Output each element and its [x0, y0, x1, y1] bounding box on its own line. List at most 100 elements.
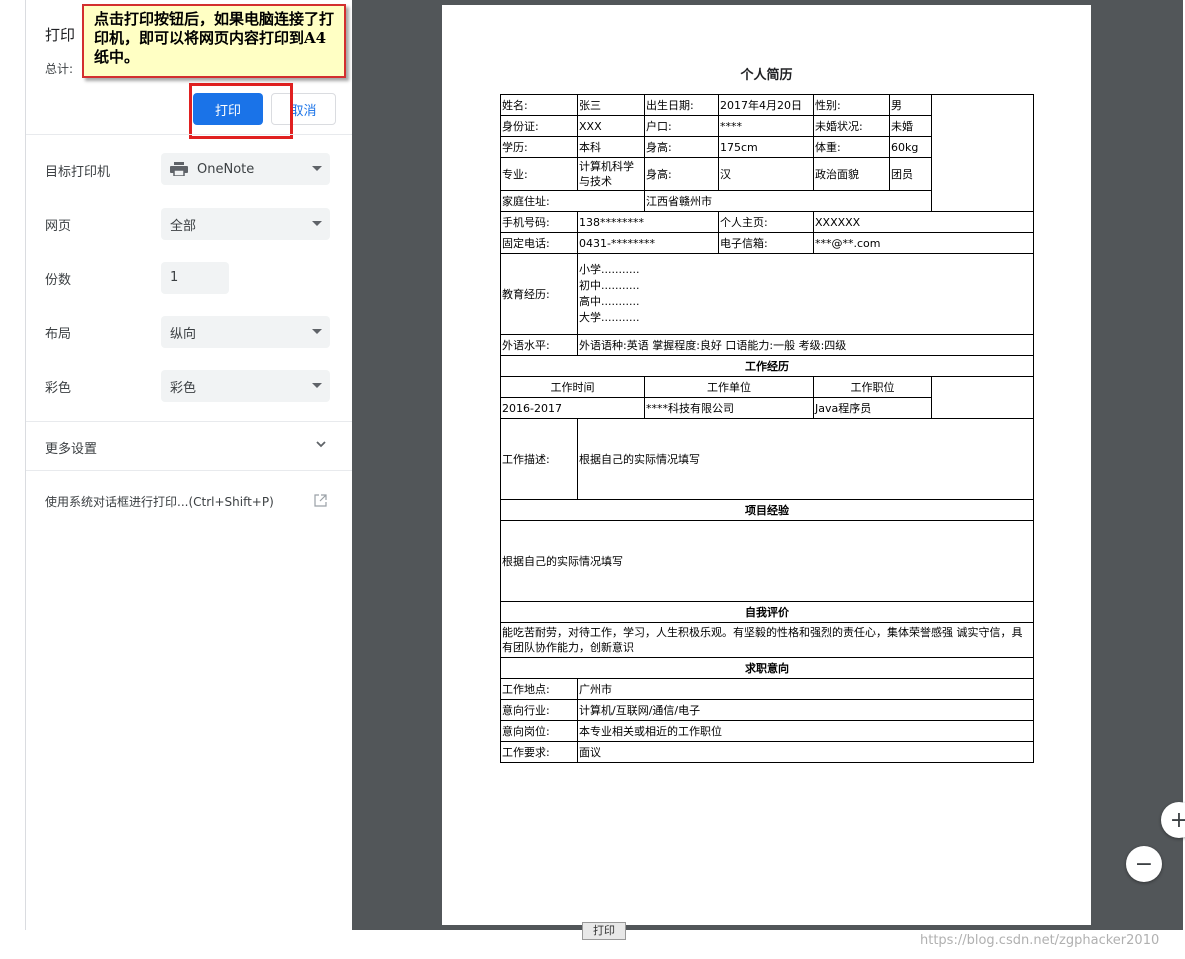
table-cell: 户口: — [644, 115, 719, 137]
system-dialog-link[interactable]: 使用系统对话框进行打印...(Ctrl+Shift+P) — [45, 493, 274, 510]
table-cell: 汉 — [718, 157, 814, 191]
annotation-callout: 点击打印按钮后，如果电脑连接了打印机，即可以将网页内容打印到A4纸中。 — [82, 4, 346, 78]
table-cell: ****科技有限公司 — [644, 397, 814, 419]
table-cell — [931, 376, 1034, 419]
table-cell: 本专业相关或相近的工作职位 — [577, 720, 1034, 742]
plus-icon: + — [1169, 807, 1185, 833]
table-row: 工作时间 工作单位 工作职位 — [500, 376, 1034, 419]
table-cell: 能吃苦耐劳，对待工作，学习，人生积极乐观。有坚毅的性格和强烈的责任心，集体荣誉感… — [500, 622, 1034, 658]
table-cell: 固定电话: — [500, 232, 578, 254]
layout-value: 纵向 — [170, 326, 197, 342]
printer-icon — [170, 162, 188, 176]
resume-title: 个人简历 — [740, 68, 793, 83]
table-cell: 意向行业: — [500, 699, 578, 721]
table-cell: 175cm — [718, 136, 814, 158]
photo-cell — [931, 94, 1034, 212]
table-cell: 个人主页: — [718, 211, 814, 233]
section-header: 自我评价 — [500, 601, 1034, 623]
table-cell: 138******** — [577, 211, 719, 233]
table-row: 固定电话: 0431-******** 电子信箱: ***@**.com — [500, 232, 1034, 254]
table-cell: 未婚状况: — [813, 115, 890, 137]
table-cell: 根据自己的实际情况填写 — [500, 520, 1034, 602]
zoom-out-button[interactable]: − — [1126, 846, 1162, 882]
table-cell: 家庭住址: — [500, 190, 645, 212]
table-cell: **** — [718, 115, 814, 137]
table-row: 工作经历 — [500, 355, 1034, 377]
divider — [26, 470, 353, 471]
table-row: 工作描述: 根据自己的实际情况填写 — [500, 418, 1034, 500]
table-cell: 广州市 — [577, 678, 1034, 700]
table-cell: 团员 — [889, 157, 932, 191]
section-header: 项目经验 — [500, 499, 1034, 521]
panel-title: 打印 — [45, 26, 76, 44]
table-cell: 外语语种:英语 掌握程度:良好 口语能力:一般 考级:四级 — [577, 334, 1034, 356]
layout-label: 布局 — [45, 327, 72, 342]
table-cell: 男 — [889, 94, 932, 116]
watermark: https://blog.csdn.net/zgphacker2010 — [920, 933, 1160, 948]
table-cell: 教育经历: — [500, 253, 578, 335]
preview-page: 个人简历 姓名: 张三 出生日期: 2017年4月20日 性别: 男 身份证: … — [442, 5, 1091, 925]
chevron-down-icon — [312, 166, 322, 171]
table-cell: 姓名: — [500, 94, 578, 116]
table-cell: 政治面貌 — [813, 157, 890, 191]
table-row: 工作地点: 广州市 — [500, 678, 1034, 700]
divider — [26, 134, 353, 135]
color-select[interactable]: 彩色 — [161, 370, 330, 402]
table-cell: 2016-2017 — [500, 397, 645, 419]
table-row: 能吃苦耐劳，对待工作，学习，人生积极乐观。有坚毅的性格和强烈的责任心，集体荣誉感… — [500, 622, 1034, 658]
education-item: 小学........... — [579, 263, 640, 276]
table-cell: 手机号码: — [500, 211, 578, 233]
table-cell: 身份证: — [500, 115, 578, 137]
chevron-down-icon[interactable] — [314, 437, 328, 451]
table-cell: 身高: — [644, 157, 719, 191]
table-cell: XXXXXX — [813, 211, 1034, 233]
print-button[interactable]: 打印 — [193, 93, 263, 125]
cancel-button[interactable]: 取消 — [271, 93, 336, 125]
open-external-icon[interactable] — [314, 494, 327, 507]
table-cell: 江西省赣州市 — [644, 190, 932, 212]
table-cell: ***@**.com — [813, 232, 1034, 254]
education-item: 大学........... — [579, 311, 640, 324]
table-cell: 学历: — [500, 136, 578, 158]
pages-select[interactable]: 全部 — [161, 208, 330, 240]
table-cell: 电子信箱: — [718, 232, 814, 254]
pages-label: 网页 — [45, 219, 72, 234]
layout-select[interactable]: 纵向 — [161, 316, 330, 348]
table-cell: 意向岗位: — [500, 720, 578, 742]
color-label: 彩色 — [45, 381, 72, 396]
section-header: 求职意向 — [500, 657, 1034, 679]
education-item: 初中........... — [579, 279, 640, 292]
pages-value: 全部 — [170, 218, 197, 234]
table-cell: 面议 — [577, 741, 1034, 763]
destination-label: 目标打印机 — [45, 165, 111, 180]
table-cell: 专业: — [500, 157, 578, 191]
table-cell: 体重: — [813, 136, 890, 158]
chevron-down-icon — [312, 329, 322, 334]
print-page-button[interactable]: 打印 — [582, 922, 626, 940]
table-row: 姓名: 张三 出生日期: 2017年4月20日 性别: 男 — [500, 94, 1034, 212]
table-row: 求职意向 — [500, 657, 1034, 679]
table-cell: 外语水平: — [500, 334, 578, 356]
table-cell: 工作要求: — [500, 741, 578, 763]
table-cell: 工作时间 — [500, 376, 645, 398]
table-cell: Java程序员 — [813, 397, 932, 419]
table-cell: 性别: — [813, 94, 890, 116]
table-cell: 未婚 — [889, 115, 932, 137]
table-cell: 工作单位 — [644, 376, 814, 398]
table-cell: 2017年4月20日 — [718, 94, 814, 116]
table-cell: 0431-******** — [577, 232, 719, 254]
table-cell: 工作职位 — [813, 376, 932, 398]
table-row: 教育经历: 小学........... 初中........... 高中....… — [500, 253, 1034, 335]
table-cell: 张三 — [577, 94, 645, 116]
destination-select[interactable]: OneNote — [161, 153, 330, 185]
table-cell: 出生日期: — [644, 94, 719, 116]
table-cell: 本科 — [577, 136, 645, 158]
copies-label: 份数 — [45, 273, 72, 288]
table-row: 自我评价 — [500, 601, 1034, 623]
total-label: 总计: — [45, 62, 74, 76]
more-settings-toggle[interactable]: 更多设置 — [45, 438, 97, 457]
table-cell: 身高: — [644, 136, 719, 158]
copies-input[interactable]: 1 — [161, 262, 229, 294]
education-item: 高中........... — [579, 295, 640, 308]
table-cell: XXX — [577, 115, 645, 137]
